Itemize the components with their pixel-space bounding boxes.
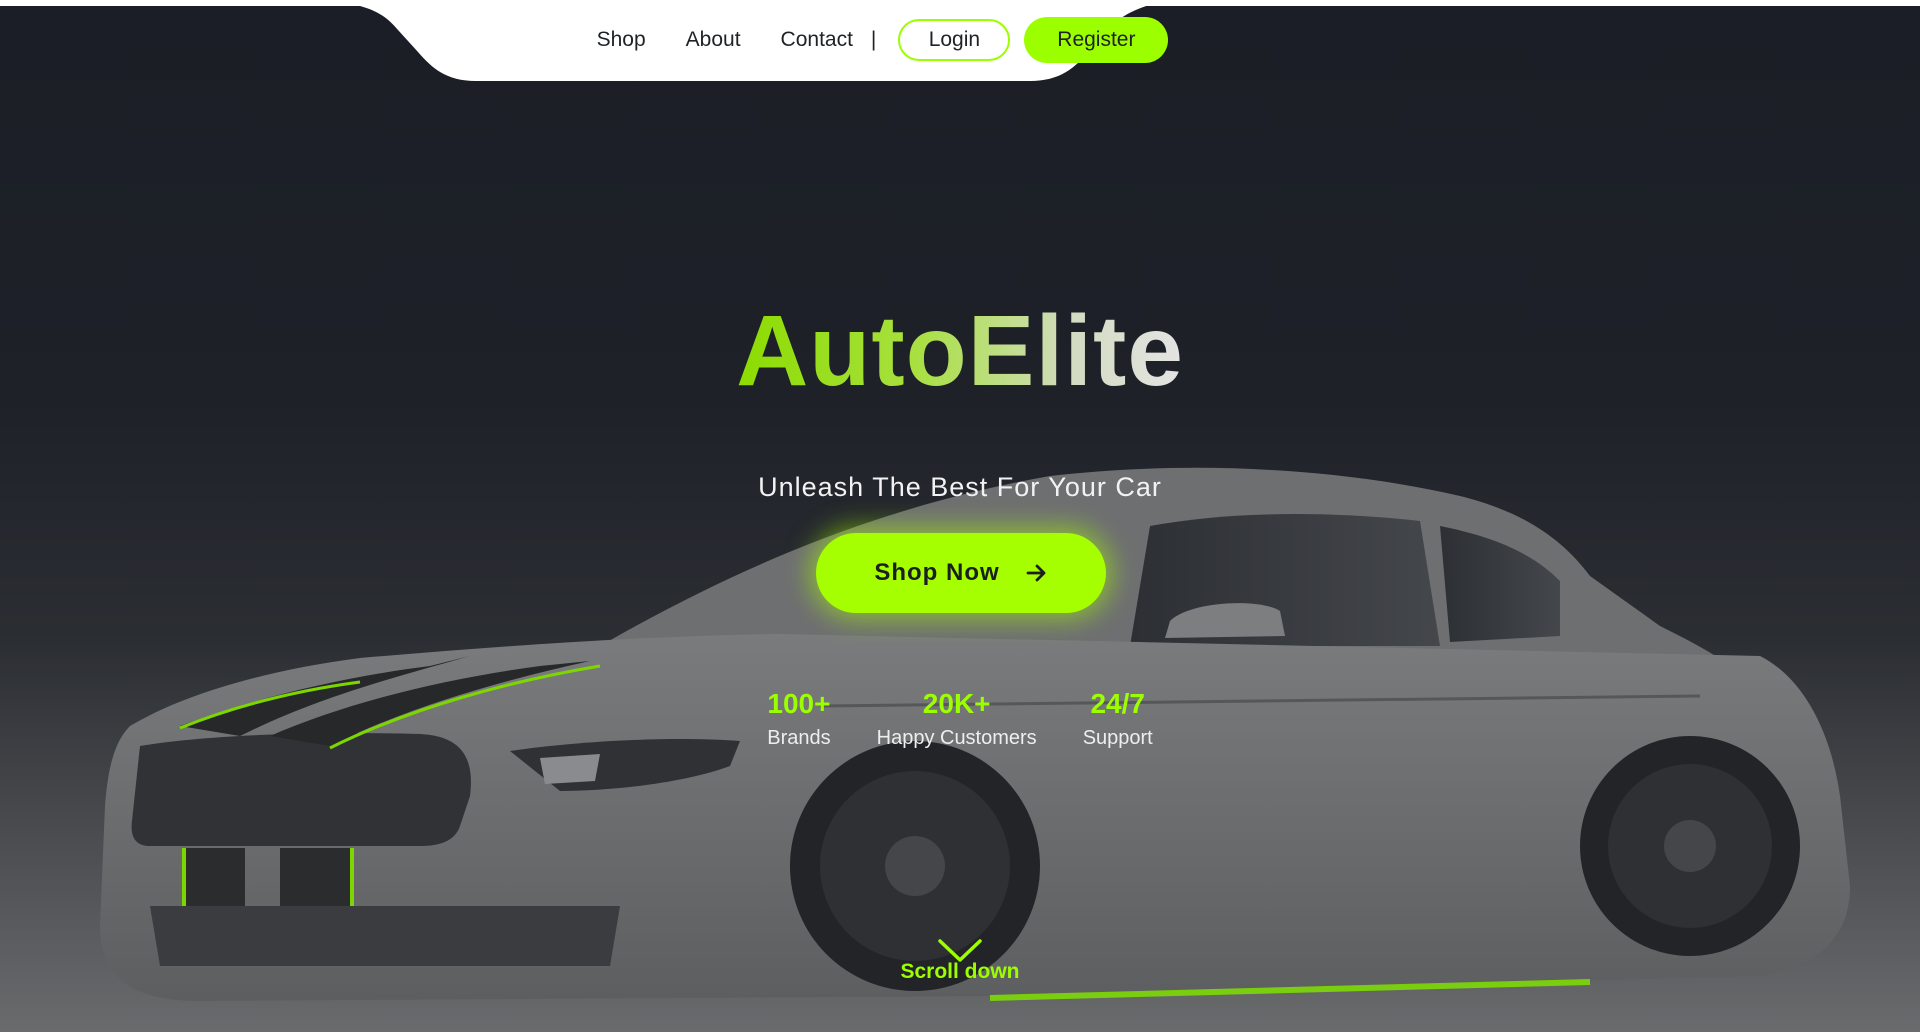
shop-now-button[interactable]: Shop Now: [816, 533, 1106, 613]
scroll-down-label: Scroll down: [900, 960, 1020, 983]
stat-label: Brands: [767, 727, 831, 749]
stat-value: 20K+: [922, 688, 991, 719]
stat-support: 24/7 Support: [1083, 686, 1153, 754]
stat-brands: 100+ Brands: [767, 686, 830, 754]
nav-items: Shop About Contact | Login Register: [597, 17, 1169, 63]
top-navigation: Shop About Contact | Login Register: [0, 16, 1920, 64]
nav-link-about[interactable]: About: [686, 28, 741, 52]
stat-label: Happy Customers: [876, 727, 1037, 749]
hero-section: Shop About Contact | Login Register Auto…: [0, 6, 1920, 1032]
brand-title: AutoElite: [0, 296, 1920, 406]
arrow-right-icon: [1026, 564, 1046, 582]
stat-value: 100+: [767, 688, 831, 719]
nav-link-shop[interactable]: Shop: [597, 28, 646, 52]
stats-row: 100+ Brands 20K+ Happy Customers 24/7 Su…: [0, 686, 1920, 754]
stat-label: Support: [1082, 727, 1153, 749]
stat-happy-customers: 20K+ Happy Customers: [877, 686, 1037, 754]
hero-subtitle: Unleash The Best For Your Car: [758, 472, 1162, 502]
stat-value: 24/7: [1090, 688, 1145, 719]
brand-title-text: AutoElite: [736, 295, 1184, 407]
nav-separator: |: [870, 28, 877, 51]
car-image: [100, 467, 1850, 1001]
login-button[interactable]: Login: [898, 19, 1011, 61]
nav-link-contact[interactable]: Contact: [781, 28, 853, 52]
shop-now-label: Shop Now: [874, 559, 1000, 586]
register-button[interactable]: Register: [1024, 17, 1169, 63]
scroll-down-link[interactable]: Scroll down: [860, 938, 1060, 984]
